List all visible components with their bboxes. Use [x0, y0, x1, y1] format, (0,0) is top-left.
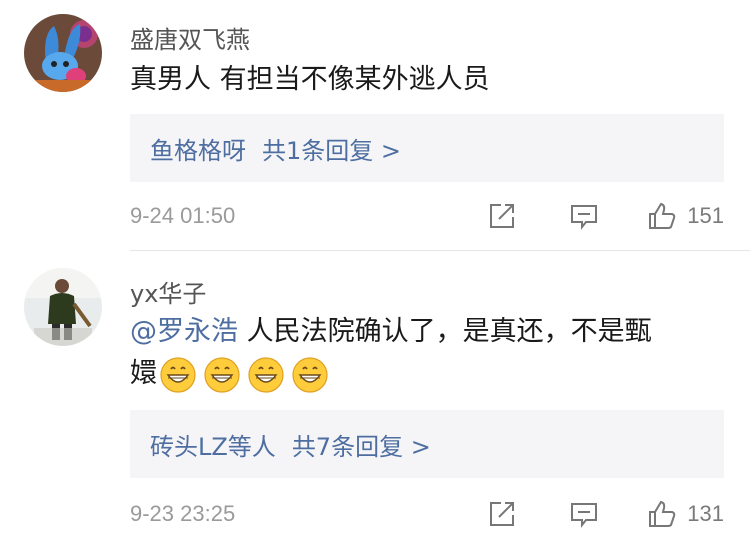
- grinning-face-icon: [160, 356, 196, 393]
- comment-meta: 9-24 01:50 151: [130, 196, 724, 236]
- reply-names[interactable]: 砖头LZ等人: [150, 427, 276, 462]
- comment-meta: 9-23 23:25 131: [130, 494, 724, 534]
- replies-preview[interactable]: 砖头LZ等人 共7条回复 >: [130, 410, 724, 478]
- timestamp: 9-24 01:50: [130, 203, 236, 228]
- comment-actions: 151: [487, 201, 724, 231]
- comment-icon[interactable]: [569, 499, 599, 529]
- comment-item: yx华子 @罗永浩 人民法院确认了，是真还，不是甄 嬛 砖头LZ等人 共7条回复…: [0, 252, 750, 537]
- share-icon[interactable]: [487, 499, 517, 529]
- like-count: 131: [687, 501, 724, 526]
- reply-summary[interactable]: 共7条回复 >: [292, 427, 431, 462]
- comment-text-line2: 嬛: [130, 358, 157, 389]
- grinning-face-icon: [248, 356, 284, 393]
- like-count: 151: [687, 203, 724, 228]
- thumbs-up-icon[interactable]: [647, 201, 677, 231]
- username[interactable]: yx华子: [130, 274, 206, 309]
- username[interactable]: 盛唐双飞燕: [130, 20, 250, 55]
- thumbs-up-icon[interactable]: [647, 499, 677, 529]
- replies-preview[interactable]: 鱼格格呀 共1条回复 >: [130, 114, 724, 182]
- timestamp: 9-23 23:25: [130, 501, 236, 526]
- cartoon-rabbit-icon: [24, 14, 102, 92]
- comment-text-line1: 人民法院确认了，是真还，不是甄: [238, 316, 652, 347]
- reply-summary[interactable]: 共1条回复 >: [262, 131, 401, 166]
- comment-text: @罗永浩 人民法院确认了，是真还，不是甄 嬛: [130, 311, 720, 395]
- comment-actions: 131: [487, 499, 724, 529]
- mention-link[interactable]: @罗永浩: [130, 316, 238, 347]
- comment-text: 真男人 有担当不像某外逃人员: [130, 64, 490, 95]
- share-icon[interactable]: [487, 201, 517, 231]
- comment-item: 盛唐双飞燕 真男人 有担当不像某外逃人员 鱼格格呀 共1条回复 > 9-24 0…: [0, 0, 750, 250]
- avatar[interactable]: [24, 14, 102, 92]
- avatar[interactable]: [24, 268, 102, 346]
- person-with-bat-icon: [24, 268, 102, 346]
- divider: [130, 250, 750, 251]
- grinning-face-icon: [292, 356, 328, 393]
- grinning-face-icon: [204, 356, 240, 393]
- comment-icon[interactable]: [569, 201, 599, 231]
- reply-names[interactable]: 鱼格格呀: [150, 131, 246, 166]
- emoji-row: [159, 356, 329, 394]
